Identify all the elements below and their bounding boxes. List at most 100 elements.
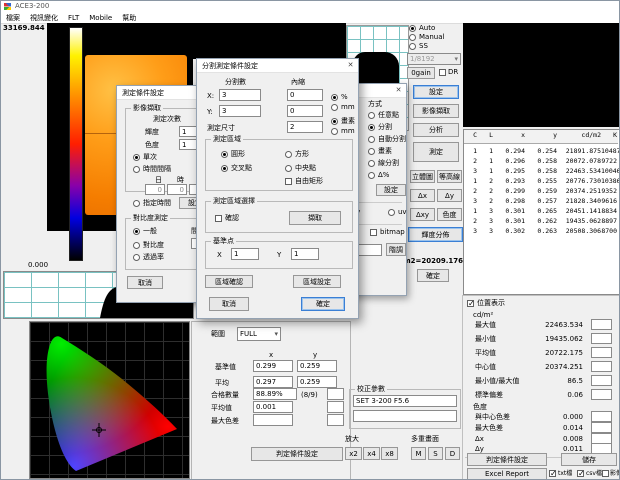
x-col-label: x [269, 351, 273, 360]
dr-checkbox[interactable] [439, 69, 446, 76]
auto-radio[interactable] [409, 25, 416, 32]
ref-y-field[interactable]: 0.259 [297, 360, 337, 372]
shutter-select[interactable]: 1/8192▾ [407, 53, 461, 65]
close-icon[interactable]: ✕ [345, 60, 356, 70]
max-value: 22463.534 [501, 321, 583, 330]
close-icon[interactable]: ✕ [393, 85, 404, 95]
range-label: 範圍 [211, 330, 225, 339]
delta-y-button[interactable]: Δy [437, 189, 462, 202]
analyze-button[interactable]: 分析 [413, 123, 459, 137]
cell: 0.298 [497, 197, 525, 206]
hour-field[interactable]: 0 [167, 184, 187, 195]
zero-gain-button[interactable]: 0gain [407, 67, 435, 79]
auto-split-radio[interactable] [368, 136, 375, 143]
day-field[interactable]: 0 [145, 184, 165, 195]
ref-x-field[interactable]: 0.299 [253, 360, 293, 372]
delta-x-button[interactable]: Δx [410, 189, 435, 202]
position-display-checkbox[interactable] [467, 300, 474, 307]
cross-point-radio[interactable] [221, 165, 228, 172]
tone-button[interactable]: 階調 [386, 243, 406, 256]
image-file-checkbox[interactable] [602, 470, 609, 477]
delta-xy-button[interactable]: Δxy [410, 208, 435, 221]
cancel-button[interactable]: 取消 [209, 297, 249, 311]
menu-flt[interactable]: FLT [63, 13, 84, 23]
avg-x-field[interactable]: 0.297 [253, 376, 293, 388]
multi-m-button[interactable]: M [411, 447, 426, 460]
cie-chromaticity-panel[interactable] [29, 321, 190, 479]
zoom-x2-button[interactable]: x2 [345, 447, 362, 460]
inset-pct-radio[interactable] [331, 94, 338, 101]
spec-time-radio[interactable] [133, 200, 140, 207]
range-select[interactable]: FULL▾ [237, 327, 281, 341]
chromaticity-section-label: 色度 [473, 403, 487, 412]
x-inset-field[interactable]: 0 [287, 89, 323, 101]
general-radio[interactable] [133, 228, 140, 235]
confirm-checkbox[interactable] [215, 215, 222, 222]
ref-point-y-field[interactable]: 1 [291, 248, 319, 260]
contrast-radio[interactable] [133, 242, 140, 249]
single-radio[interactable] [133, 154, 140, 161]
split-radio[interactable] [368, 124, 375, 131]
line-split-radio[interactable] [368, 160, 375, 167]
transmit-radio[interactable] [133, 254, 140, 261]
zoom-x4-button[interactable]: x4 [363, 447, 380, 460]
calibration-field-2[interactable] [353, 410, 457, 422]
bitmap-checkbox[interactable] [370, 229, 377, 236]
secondary-image-display[interactable] [463, 23, 619, 127]
center-point-radio[interactable] [285, 165, 292, 172]
interval-radio[interactable] [133, 166, 140, 173]
free-rect-checkbox[interactable] [285, 178, 292, 185]
measure-cancel-button[interactable]: 取消 [127, 276, 163, 289]
zoom-x8-button[interactable]: x8 [381, 447, 398, 460]
multi-screen-label: 多重畫面 [411, 435, 439, 444]
square-label: 方形 [295, 150, 309, 159]
size-mm-radio[interactable] [331, 128, 338, 135]
square-radio[interactable] [285, 151, 292, 158]
judge-condition-button[interactable]: 判定條件設定 [467, 453, 547, 466]
area-set-button[interactable]: 區域設定 [293, 275, 341, 288]
ref-point-x-field[interactable]: 1 [231, 248, 259, 260]
excel-report-button[interactable]: Excel Report [467, 468, 547, 480]
size-pixel-radio[interactable] [331, 118, 338, 125]
ss-radio[interactable] [409, 43, 416, 50]
grab-button[interactable]: 擷取 [289, 211, 341, 225]
judge-condition-button-2[interactable]: 判定條件設定 [251, 447, 343, 461]
zoom-label: 放大 [345, 435, 359, 444]
view-3d-button[interactable]: 立體圖 [410, 170, 435, 183]
x-div-field[interactable]: 3 [219, 89, 261, 101]
calibration-field-1[interactable]: SET 3-200 F5.6 [353, 395, 457, 407]
cell: 2 [481, 197, 493, 206]
measure-size-field[interactable]: 2 [287, 121, 323, 133]
delta-pct-radio[interactable] [368, 172, 375, 179]
y-div-field[interactable]: 3 [219, 105, 261, 117]
divider [352, 202, 402, 203]
multi-d-button[interactable]: D [445, 447, 460, 460]
manual-radio[interactable] [409, 34, 416, 41]
chroma-button[interactable]: 色度 [437, 208, 462, 221]
menu-file[interactable]: 檔案 [1, 12, 25, 24]
ok-button[interactable]: 確定 [301, 297, 345, 311]
contour-button[interactable]: 等高線 [437, 170, 462, 183]
y-inset-field[interactable]: 0 [287, 105, 323, 117]
pixel-radio[interactable] [368, 148, 375, 155]
txt-file-checkbox[interactable] [549, 470, 556, 477]
uv-label: uv [398, 208, 407, 217]
avg-y-field[interactable]: 0.259 [297, 376, 337, 388]
method-set-button[interactable]: 設定 [376, 184, 406, 196]
txt-file-label: txt檔 [558, 469, 572, 478]
any-point-radio[interactable] [368, 112, 375, 119]
confirm-button[interactable]: 確定 [417, 269, 449, 282]
csv-file-checkbox[interactable] [577, 470, 584, 477]
save-button[interactable]: 儲存 [561, 453, 617, 466]
circle-radio[interactable] [221, 151, 228, 158]
center-point-label: 中央點 [295, 164, 316, 173]
settings-button[interactable]: 設定 [413, 85, 459, 99]
area-confirm-button[interactable]: 區域確認 [205, 275, 253, 288]
luminance-dist-button[interactable]: 輝度分佈 [408, 227, 463, 242]
measure-button[interactable]: 測定 [413, 142, 459, 162]
menu-mobile[interactable]: Mobile [84, 13, 117, 23]
uv-radio[interactable] [388, 209, 395, 216]
capture-button[interactable]: 影像擷取 [413, 104, 459, 118]
multi-s-button[interactable]: S [428, 447, 443, 460]
inset-mm-radio[interactable] [331, 104, 338, 111]
